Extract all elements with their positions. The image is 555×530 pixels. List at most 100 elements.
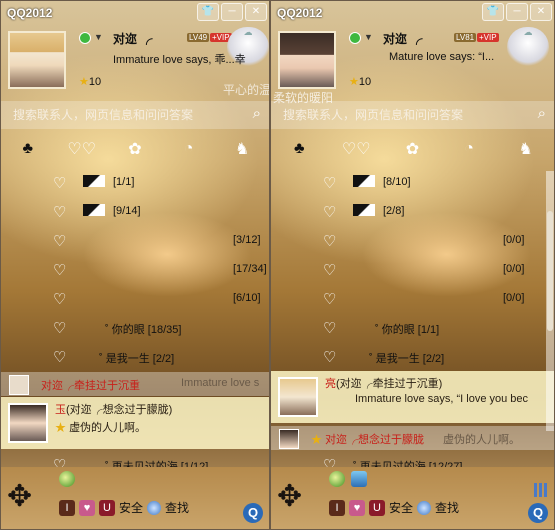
list-item[interactable]: ♡ [0/0] xyxy=(271,258,554,280)
search-icon[interactable]: ⌕ xyxy=(538,105,546,122)
search-input[interactable] xyxy=(11,107,235,123)
shield-icon[interactable] xyxy=(351,471,367,487)
app-manager-icon[interactable] xyxy=(59,471,75,487)
butterfly-logo-icon[interactable]: ✥ xyxy=(277,479,302,514)
main-tabs: ♣ ♡♡ ✿ ◔ ♞ xyxy=(271,136,554,162)
tab-recent[interactable]: ◔ xyxy=(175,140,203,158)
tab-app[interactable]: ♞ xyxy=(512,139,540,159)
selected-contact[interactable]: 亮(对迩╭牵挂过于沉重) Immature love says, “I love… xyxy=(271,371,554,423)
skin-icon[interactable]: 👕 xyxy=(482,3,504,21)
close-icon[interactable]: ✕ xyxy=(245,3,267,21)
online-status-icon[interactable] xyxy=(79,32,91,44)
avatar xyxy=(278,377,318,417)
search-bar: ⌕ xyxy=(1,101,269,129)
qq-menu-icon[interactable]: Q xyxy=(528,503,548,523)
star-count[interactable]: ★10 xyxy=(79,75,101,88)
app-manager-icon[interactable] xyxy=(329,471,345,487)
avatar xyxy=(279,429,299,449)
heart-icon: ♡ xyxy=(53,320,67,337)
avatar xyxy=(8,403,48,443)
list-item[interactable]: ♡ [1/1] xyxy=(1,171,269,193)
online-status-icon[interactable] xyxy=(349,32,361,44)
heart-icon: ♡ xyxy=(53,262,67,279)
find-icon[interactable] xyxy=(417,500,432,515)
heart-icon: ♡ xyxy=(323,291,337,308)
minimize-icon[interactable]: ─ xyxy=(506,3,528,21)
heart-icon: ♡ xyxy=(323,349,337,366)
background-decoration: 平心的温 xyxy=(223,83,270,97)
heart-icon: ♡ xyxy=(53,204,67,221)
heart-app-icon[interactable]: ♥ xyxy=(349,499,365,516)
search-input[interactable] xyxy=(281,107,505,123)
group-icon xyxy=(83,175,105,187)
list-item[interactable]: ♡ [6/10] xyxy=(1,287,269,309)
skin-icon[interactable]: 👕 xyxy=(197,3,219,21)
list-item[interactable]: ♡ [0/0] xyxy=(271,229,554,251)
star-icon: ★ xyxy=(55,422,66,434)
window-controls: 👕 ─ ✕ xyxy=(197,3,267,21)
level-badge[interactable]: LV49 xyxy=(187,33,210,42)
heart-app-icon[interactable]: ♥ xyxy=(79,499,95,516)
nickname[interactable]: 对迩 ╭ xyxy=(383,30,422,47)
scrollbar[interactable] xyxy=(546,171,554,431)
window-controls: 👕 ─ ✕ xyxy=(482,3,552,21)
tab-app[interactable]: ♞ xyxy=(228,139,256,159)
list-item[interactable]: ♡ ˚ 你的眼 [1/1] xyxy=(271,316,554,338)
security-button[interactable]: 安全 xyxy=(389,499,413,516)
recent-chat-item[interactable]: 对迩╭牵挂过于沉重 Immature love s xyxy=(1,372,269,396)
find-button[interactable]: 查找 xyxy=(165,499,189,516)
tab-groups[interactable]: ♡♡ xyxy=(67,139,96,159)
chevron-down-icon[interactable]: ▼ xyxy=(94,32,103,42)
letter-i-icon[interactable]: I xyxy=(59,499,75,516)
avatar[interactable] xyxy=(278,31,336,89)
mood-text[interactable]: Mature love says: “I... xyxy=(389,51,494,63)
chevron-down-icon[interactable]: ▼ xyxy=(364,32,373,42)
minimize-icon[interactable]: ─ xyxy=(221,3,243,21)
letter-i-icon[interactable]: I xyxy=(329,499,345,516)
group-icon xyxy=(83,204,105,216)
letter-u-icon[interactable]: U xyxy=(99,499,115,516)
nickname[interactable]: 对迩 ╭ xyxy=(113,30,152,47)
app-grid-icon[interactable] xyxy=(534,483,548,497)
scrollbar-thumb[interactable] xyxy=(547,211,553,331)
heart-icon: ♡ xyxy=(323,175,337,192)
search-icon[interactable]: ⌕ xyxy=(253,105,261,122)
find-icon[interactable] xyxy=(147,500,162,515)
title-bar[interactable]: QQ2012 👕 ─ ✕ xyxy=(1,1,269,25)
tab-contacts[interactable]: ♣ xyxy=(285,140,313,158)
letter-u-icon[interactable]: U xyxy=(369,499,385,516)
list-item[interactable]: ♡ [9/14] xyxy=(1,200,269,222)
close-icon[interactable]: ✕ xyxy=(530,3,552,21)
vip-badge[interactable]: +VIP xyxy=(477,33,499,42)
list-item[interactable]: ♡ [17/34] xyxy=(1,258,269,280)
butterfly-logo-icon[interactable]: ✥ xyxy=(7,479,32,514)
avatar xyxy=(9,375,29,395)
list-item[interactable]: ♡ [8/10] xyxy=(271,171,554,193)
tab-clover[interactable]: ✿ xyxy=(398,139,426,159)
tab-groups[interactable]: ♡♡ xyxy=(342,139,371,159)
list-item[interactable]: ♡ [2/8] xyxy=(271,200,554,222)
list-item[interactable]: ♡ [3/12] xyxy=(1,229,269,251)
tab-contacts[interactable]: ♣ xyxy=(14,140,42,158)
list-item[interactable]: ♡ ˚ 是我一生 [2/2] xyxy=(271,345,554,367)
main-tabs: ♣ ♡♡ ✿ ◔ ♞ xyxy=(1,136,269,162)
heart-icon: ♡ xyxy=(323,262,337,279)
mood-text[interactable]: Immature love says, 乖...幸 xyxy=(113,51,246,67)
recent-chat-item[interactable]: ★ 对迩╭想念过于朦胧 虚伪的人儿啊。 xyxy=(271,426,554,450)
list-item[interactable]: ♡ ˚ 是我一生 [2/2] xyxy=(1,345,269,367)
qq-menu-icon[interactable]: Q xyxy=(243,503,263,523)
find-button[interactable]: 查找 xyxy=(435,499,459,516)
selected-contact[interactable]: 玉(对迩╭想念过于朦胧) ★ 虚伪的人儿啊。 xyxy=(1,397,269,449)
qq-window-right: QQ2012 👕 ─ ✕ ▼ 对迩 ╭ LV81 +VIP ☁ Mature l… xyxy=(270,0,555,530)
list-item[interactable]: ♡ ˚ 你的眼 [18/35] xyxy=(1,316,269,338)
level-badge[interactable]: LV81 xyxy=(454,33,477,42)
tab-clover[interactable]: ✿ xyxy=(121,139,149,159)
security-button[interactable]: 安全 xyxy=(119,499,143,516)
star-icon: ★ xyxy=(79,76,89,88)
title-bar[interactable]: QQ2012 👕 ─ ✕ xyxy=(271,1,554,25)
star-count[interactable]: ★10 xyxy=(349,75,371,88)
avatar[interactable] xyxy=(8,31,66,89)
list-item[interactable]: ♡ [0/0] xyxy=(271,287,554,309)
weather-icon[interactable]: ☁ xyxy=(507,27,549,67)
tab-recent[interactable]: ◔ xyxy=(455,140,483,158)
